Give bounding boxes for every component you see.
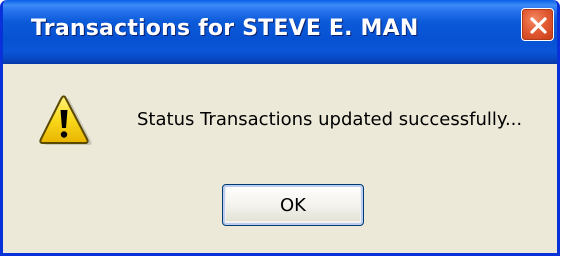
title-bar[interactable]: Transactions for STEVE E. MAN xyxy=(3,0,557,64)
ok-button[interactable]: OK xyxy=(222,184,364,226)
ok-button-label: OK xyxy=(280,194,306,216)
close-icon xyxy=(530,17,547,34)
window-title: Transactions for STEVE E. MAN xyxy=(31,16,419,41)
close-button[interactable] xyxy=(521,8,554,41)
dialog-body: Status Transactions updated successfully… xyxy=(3,64,557,253)
warning-icon xyxy=(37,94,93,151)
dialog-window: Transactions for STEVE E. MAN Status Tra… xyxy=(0,0,560,256)
dialog-message: Status Transactions updated successfully… xyxy=(137,109,523,130)
